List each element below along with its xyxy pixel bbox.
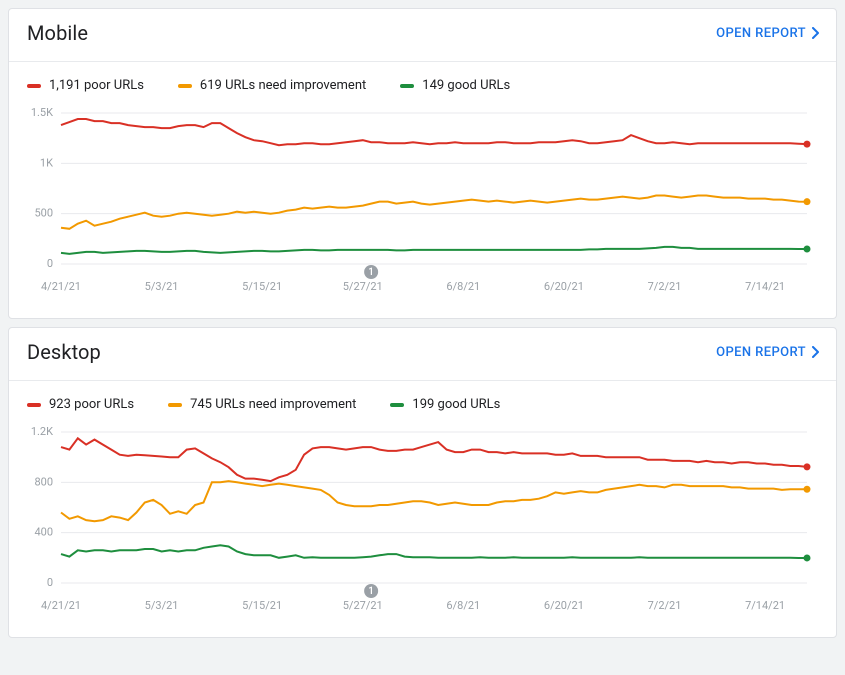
legend-label-poor: 923 poor URLs (49, 397, 134, 412)
legend-item-need: 745 URLs need improvement (168, 397, 356, 412)
svg-text:6/20/21: 6/20/21 (544, 599, 584, 612)
svg-text:7/2/21: 7/2/21 (648, 280, 682, 293)
svg-text:7/14/21: 7/14/21 (745, 280, 785, 293)
svg-text:1.2K: 1.2K (31, 425, 53, 438)
mobile-core-web-vitals-card: Mobile OPEN REPORT 1,191 poor URLs 619 U… (8, 8, 837, 319)
desktop-line-chart: 0 400 800 1.2K 1 4/21/21 5/3/21 5/15/21 5/27/21 6… (27, 424, 819, 619)
svg-text:1: 1 (368, 267, 374, 278)
svg-text:4/21/21: 4/21/21 (41, 599, 81, 612)
chart-legend: 923 poor URLs 745 URLs need improvement … (9, 381, 836, 420)
legend-swatch-need (178, 84, 192, 88)
svg-text:0: 0 (47, 257, 53, 270)
legend-label-need: 619 URLs need improvement (200, 78, 366, 93)
svg-text:5/3/21: 5/3/21 (145, 599, 179, 612)
legend-item-good: 199 good URLs (390, 397, 500, 412)
svg-text:7/2/21: 7/2/21 (648, 599, 682, 612)
legend-swatch-good (390, 403, 404, 407)
desktop-core-web-vitals-card: Desktop OPEN REPORT 923 poor URLs 745 UR… (8, 327, 837, 638)
card-title: Desktop (27, 340, 101, 364)
legend-label-poor: 1,191 poor URLs (49, 78, 144, 93)
svg-text:4/21/21: 4/21/21 (41, 280, 81, 293)
legend-item-poor: 923 poor URLs (27, 397, 134, 412)
legend-item-good: 149 good URLs (400, 78, 510, 93)
open-report-link[interactable]: OPEN REPORT (716, 26, 820, 41)
svg-text:6/8/21: 6/8/21 (446, 280, 480, 293)
svg-text:6/8/21: 6/8/21 (446, 599, 480, 612)
svg-text:0: 0 (47, 576, 53, 589)
chart-area: 0 400 800 1.2K 1 4/21/21 5/3/21 5/15/21 5/27/21 6… (9, 420, 836, 637)
svg-text:5/15/21: 5/15/21 (242, 280, 282, 293)
svg-text:5/27/21: 5/27/21 (343, 599, 383, 612)
mobile-line-chart: 0 500 1K 1.5K 1 4/21/21 5/3/21 5/15/21 5/27/21 6/… (27, 105, 819, 300)
svg-text:1K: 1K (40, 156, 53, 169)
legend-swatch-poor (27, 84, 41, 88)
legend-item-need: 619 URLs need improvement (178, 78, 366, 93)
legend-swatch-poor (27, 403, 41, 407)
svg-text:5/27/21: 5/27/21 (343, 280, 383, 293)
card-title: Mobile (27, 21, 88, 45)
card-header: Mobile OPEN REPORT (9, 9, 836, 55)
legend-label-good: 149 good URLs (422, 78, 510, 93)
open-report-label: OPEN REPORT (716, 26, 806, 41)
svg-text:1: 1 (368, 586, 374, 597)
card-header: Desktop OPEN REPORT (9, 328, 836, 374)
svg-text:500: 500 (34, 207, 53, 220)
svg-text:5/3/21: 5/3/21 (145, 280, 179, 293)
svg-text:1.5K: 1.5K (31, 106, 53, 119)
legend-item-poor: 1,191 poor URLs (27, 78, 144, 93)
legend-swatch-need (168, 403, 182, 407)
chart-area: 0 500 1K 1.5K 1 4/21/21 5/3/21 5/15/21 5/27/21 6/… (9, 101, 836, 318)
svg-text:5/15/21: 5/15/21 (242, 599, 282, 612)
svg-text:7/14/21: 7/14/21 (745, 599, 785, 612)
legend-label-good: 199 good URLs (412, 397, 500, 412)
chevron-right-icon (812, 27, 820, 39)
svg-text:6/20/21: 6/20/21 (544, 280, 584, 293)
legend-swatch-good (400, 84, 414, 88)
svg-text:400: 400 (34, 526, 53, 539)
svg-text:800: 800 (34, 475, 53, 488)
chevron-right-icon (812, 346, 820, 358)
legend-label-need: 745 URLs need improvement (190, 397, 356, 412)
open-report-link[interactable]: OPEN REPORT (716, 345, 820, 360)
open-report-label: OPEN REPORT (716, 345, 806, 360)
chart-legend: 1,191 poor URLs 619 URLs need improvemen… (9, 62, 836, 101)
